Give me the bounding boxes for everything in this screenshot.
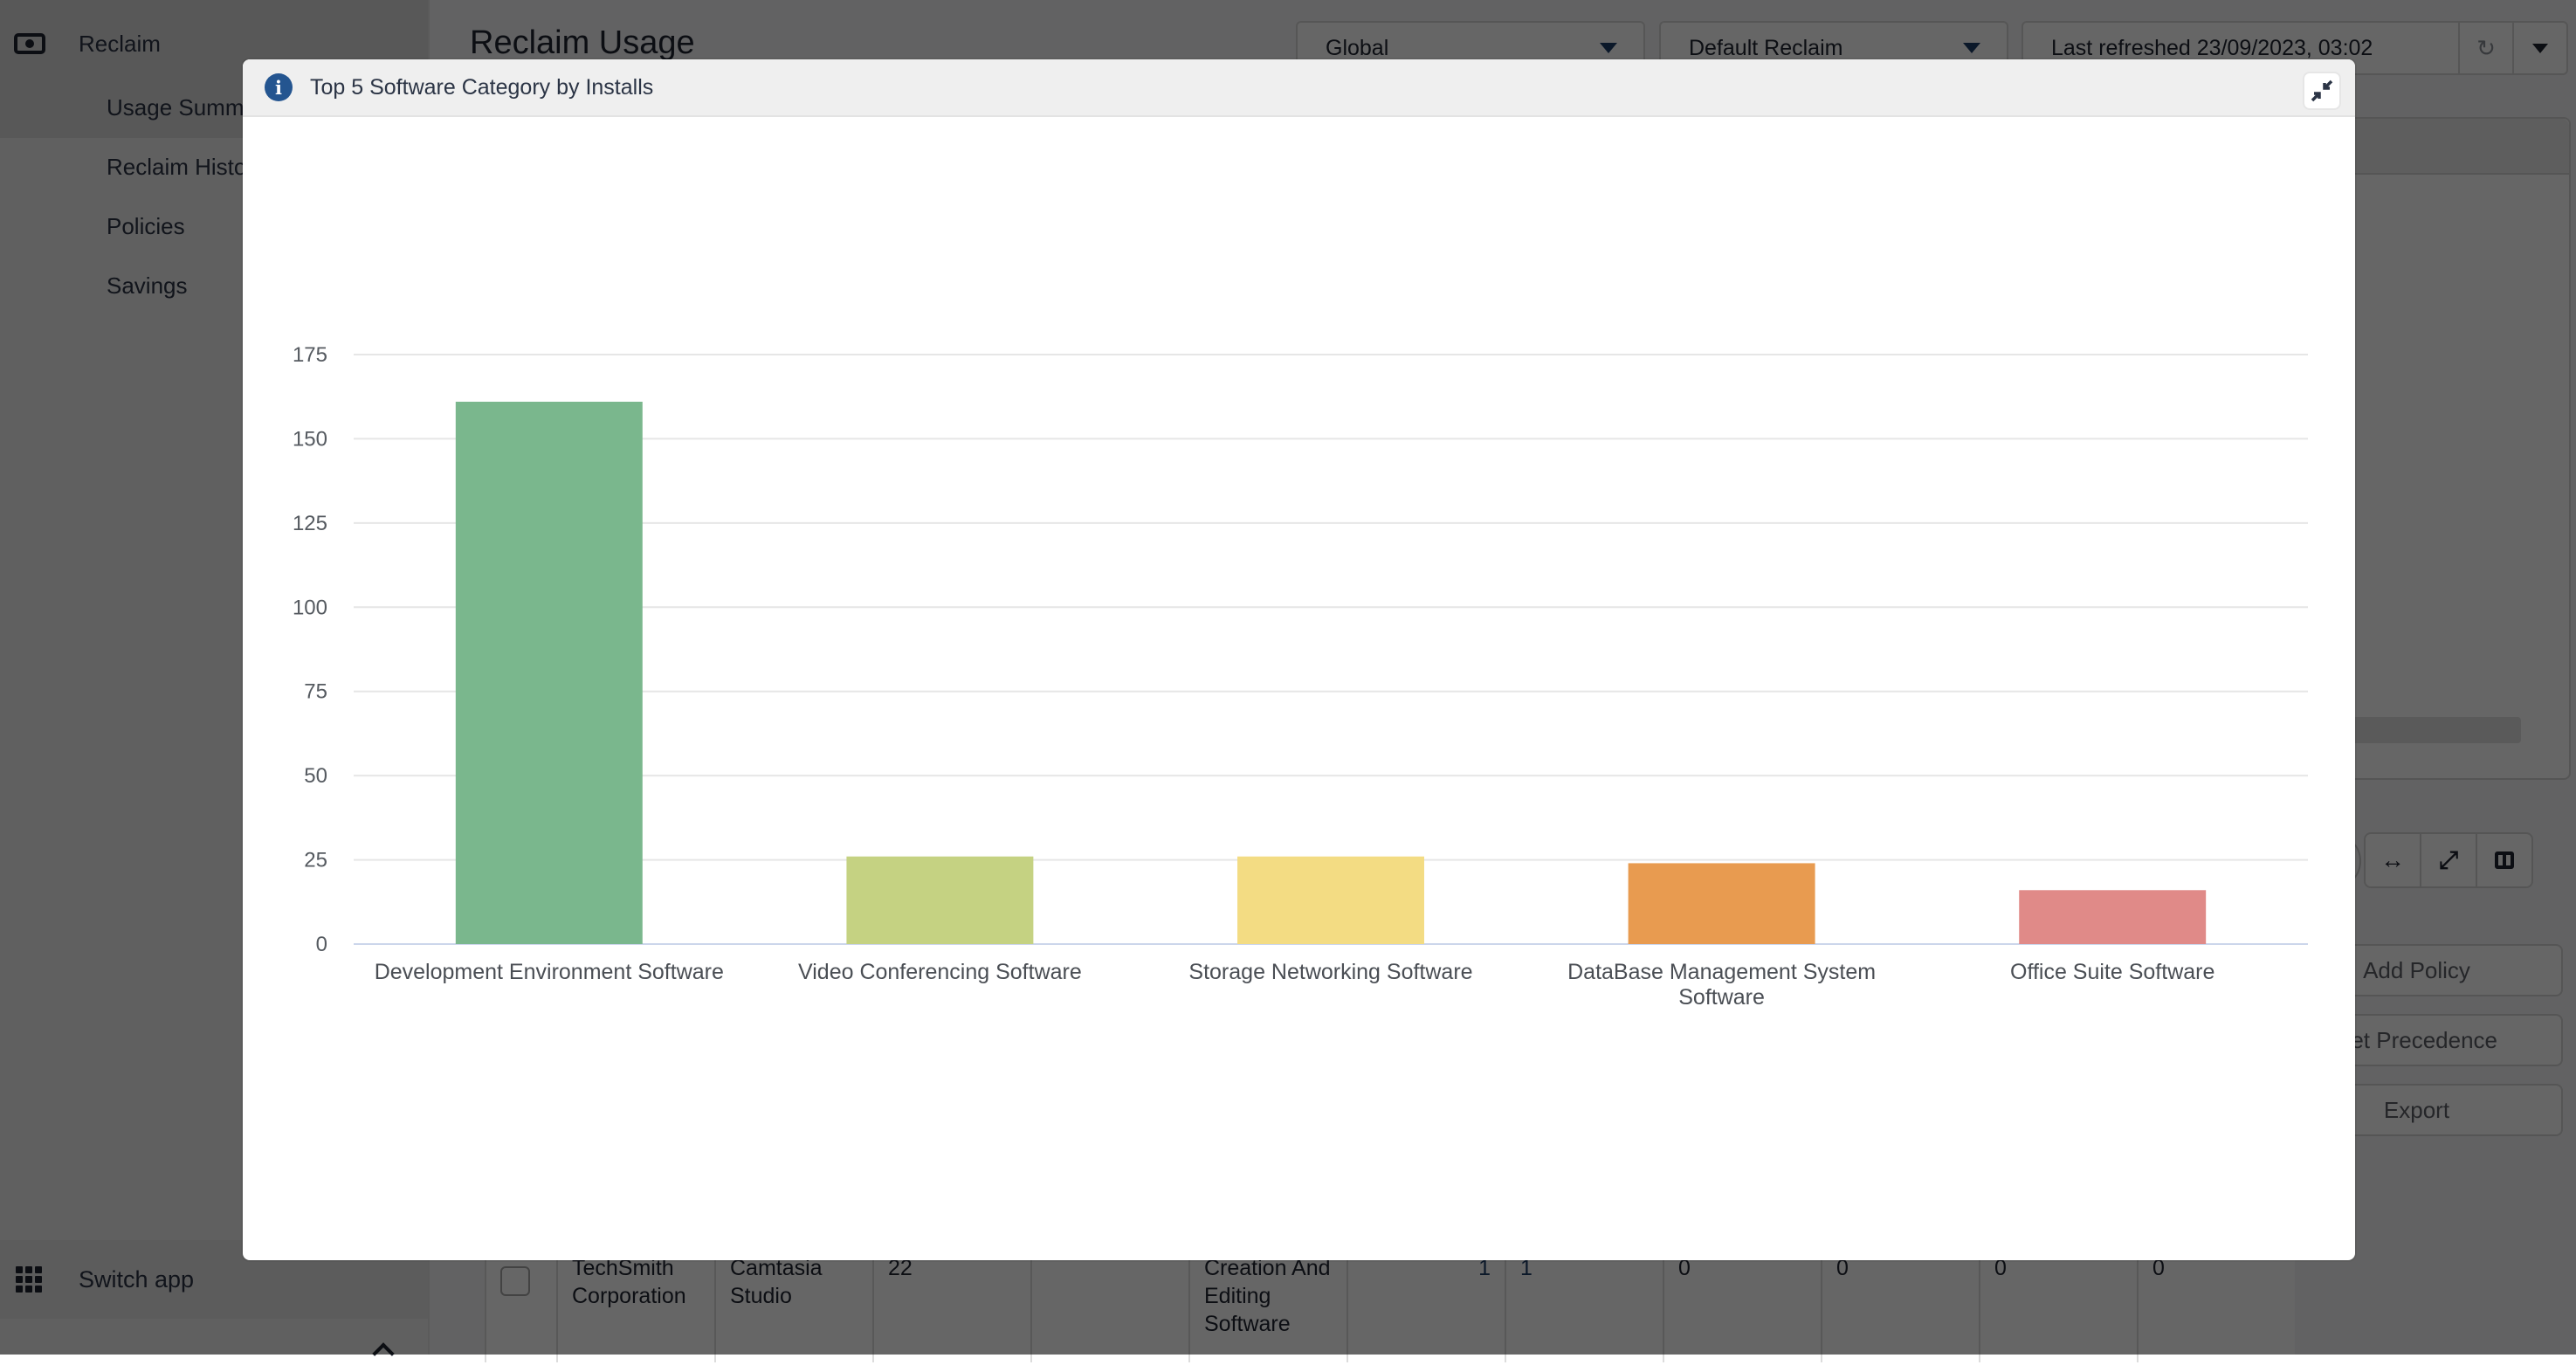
bar[interactable] bbox=[846, 856, 1034, 944]
y-tick-label: 75 bbox=[304, 680, 327, 704]
y-tick-label: 175 bbox=[293, 343, 327, 367]
bar[interactable] bbox=[1628, 863, 1815, 944]
bar[interactable] bbox=[2019, 890, 2207, 944]
bar[interactable] bbox=[455, 402, 643, 944]
x-category-label: DataBase Management System Software bbox=[1567, 960, 1876, 1010]
x-category-label: Development Environment Software bbox=[375, 960, 724, 984]
y-tick-label: 25 bbox=[304, 849, 327, 872]
x-category-label: Office Suite Software bbox=[2010, 960, 2214, 984]
y-tick-label: 150 bbox=[293, 427, 327, 451]
bar-layer bbox=[455, 402, 2207, 944]
x-category-label: Video Conferencing Software bbox=[798, 960, 1082, 984]
y-tick-label: 50 bbox=[304, 764, 327, 788]
y-tick-label: 125 bbox=[293, 512, 327, 535]
y-tick-label: 0 bbox=[316, 933, 327, 956]
grid-layer bbox=[354, 354, 2308, 945]
bar-chart: 0 25 50 75 100 125 150 175 Development Environme… bbox=[293, 343, 2308, 1010]
x-category-label: Storage Networking Software bbox=[1188, 960, 1472, 984]
chart-modal: i Top 5 Software Category by Installs 02… bbox=[243, 59, 2355, 1260]
y-tick-label: 100 bbox=[293, 596, 327, 619]
bar[interactable] bbox=[1237, 856, 1424, 944]
